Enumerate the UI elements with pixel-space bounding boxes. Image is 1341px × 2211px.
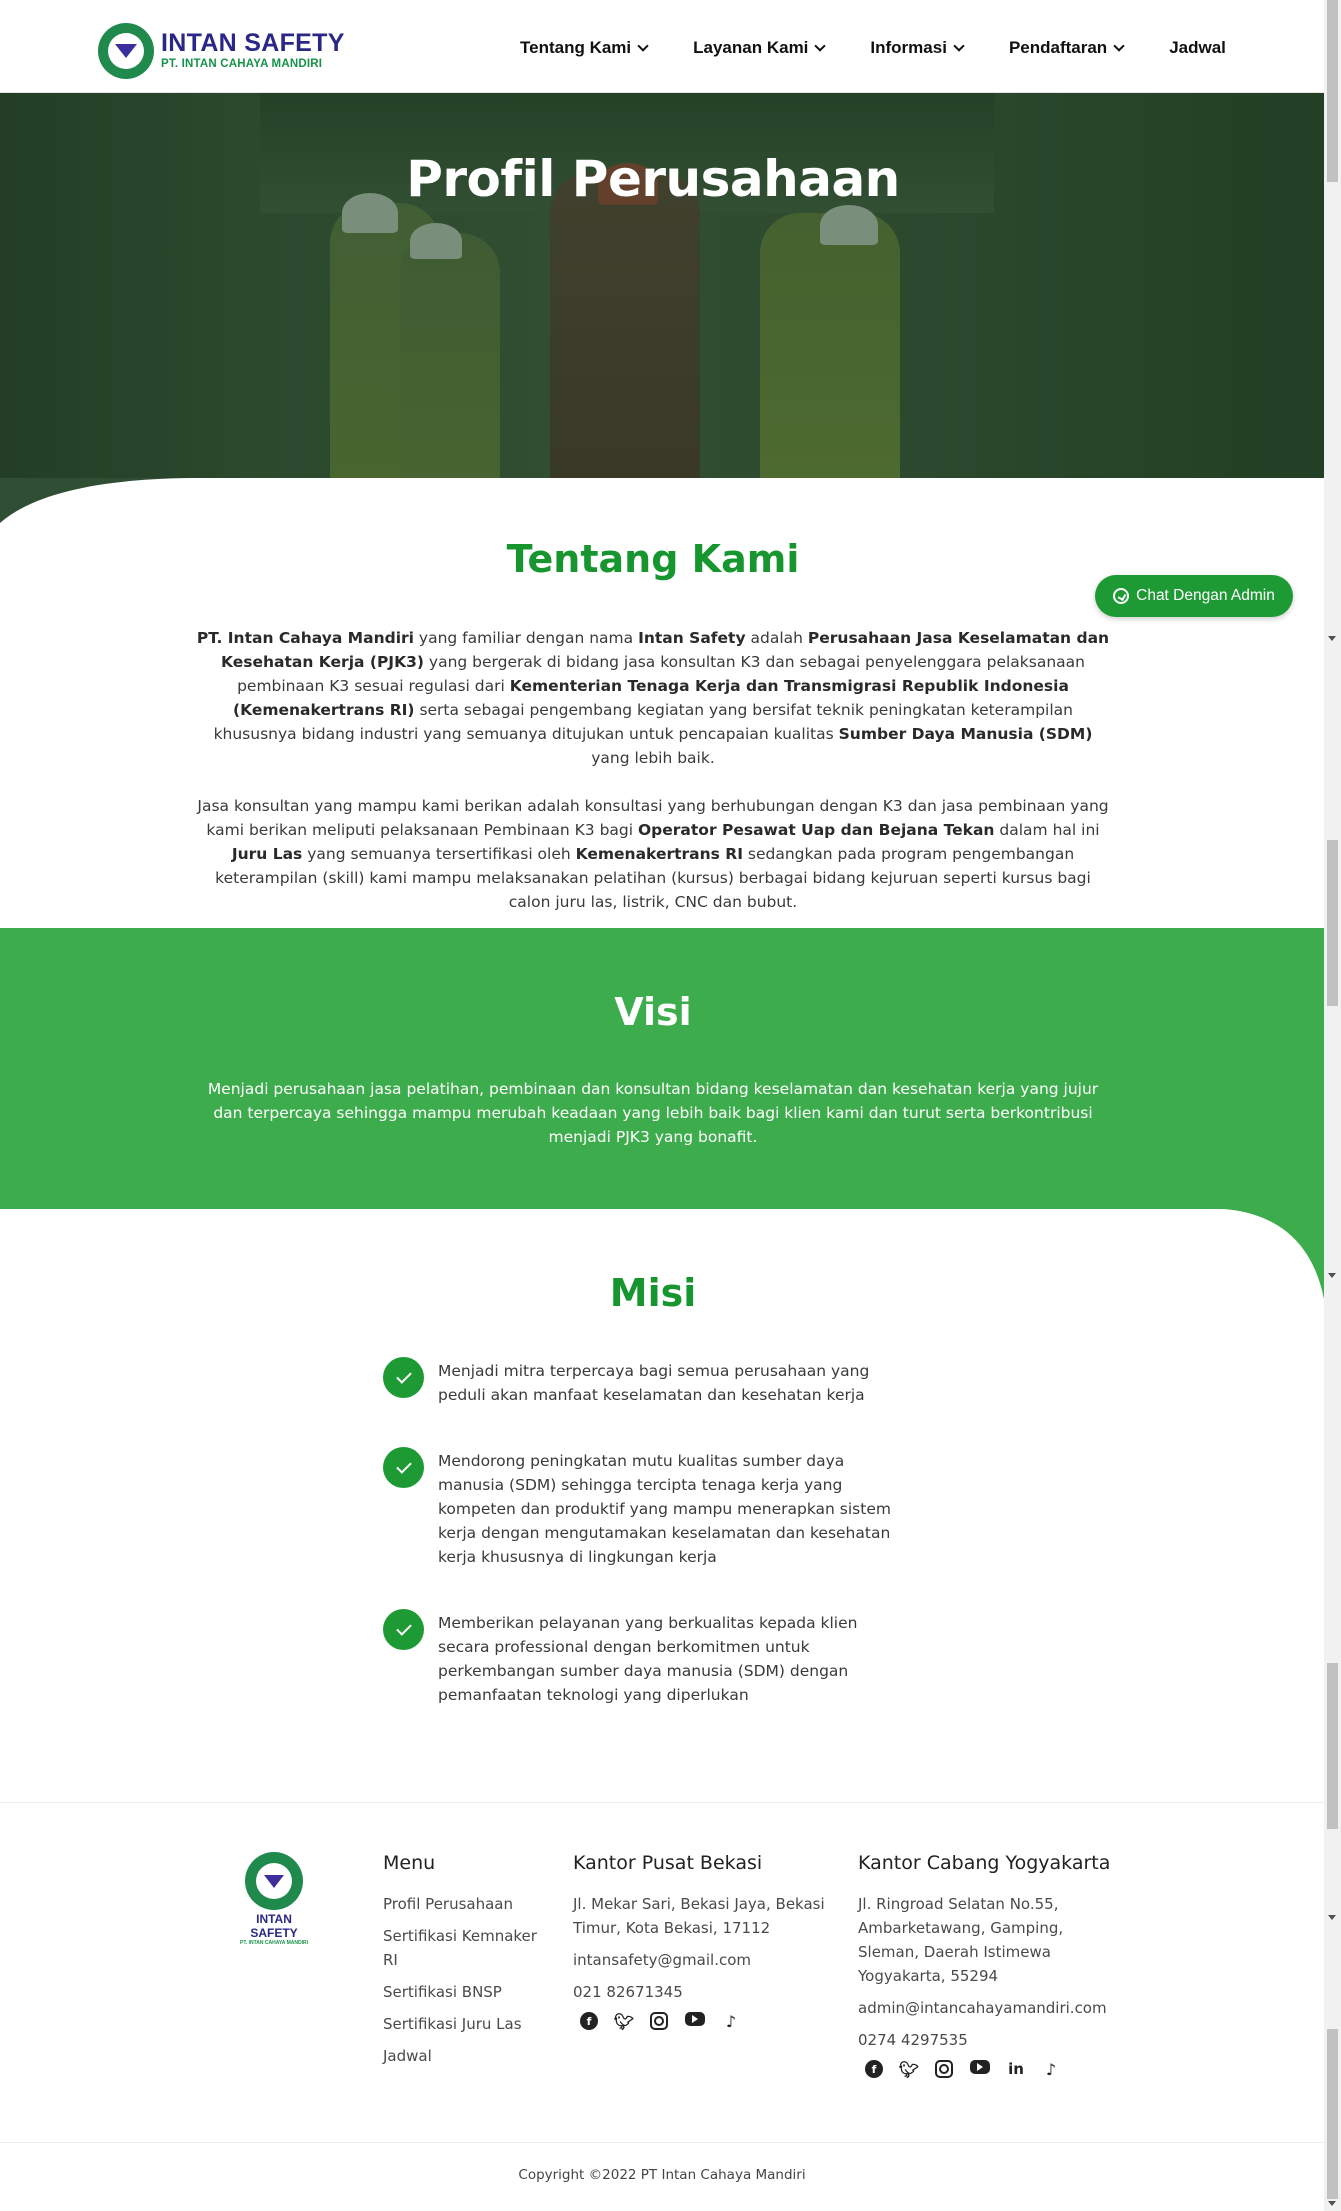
tiktok-icon[interactable]: ♪	[722, 2012, 740, 2031]
logo-emblem-icon	[245, 1852, 303, 1910]
instagram-icon[interactable]	[650, 2012, 668, 2030]
twitter-icon[interactable]: 🐦︎	[899, 2060, 919, 2079]
body-text: adalah	[745, 629, 808, 647]
footer-link-profil[interactable]: Profil Perusahaan	[383, 1892, 543, 1916]
facebook-icon[interactable]: f	[865, 2060, 883, 2078]
scrollbar-thumb[interactable]	[1327, 840, 1338, 1006]
logo-title: INTAN SAFETY	[161, 29, 345, 58]
yogya-address: Jl. Ringroad Selatan No.55, Ambarketawan…	[858, 1895, 1064, 1985]
check-circle-icon	[383, 1447, 424, 1488]
nav-label: Jadwal	[1169, 38, 1226, 57]
nav-item-layanan-kami[interactable]: Layanan Kami	[693, 38, 827, 58]
chevron-down-icon	[953, 39, 965, 52]
misi-item-text: Mendorong peningkatan mutu kualitas sumb…	[438, 1452, 891, 1566]
nav-item-tentang-kami[interactable]: Tentang Kami	[520, 38, 649, 58]
hero-curve-divider	[0, 478, 200, 523]
footer-yogya-title: Kantor Cabang Yogyakarta	[858, 1852, 1111, 1874]
misi-title: Misi	[609, 1271, 697, 1315]
site-header: INTAN SAFETY PT. INTAN CAHAYA MANDIRI Te…	[0, 0, 1324, 93]
chat-admin-label: Chat Dengan Admin	[1136, 587, 1275, 604]
bekasi-email[interactable]: intansafety@gmail.com	[573, 1948, 833, 1972]
visi-title: Visi	[614, 990, 692, 1034]
list-item: Mendorong peningkatan mutu kualitas sumb…	[383, 1447, 913, 1569]
scroll-down-arrow-icon[interactable]	[1328, 2201, 1336, 2206]
about-text: PT. Intan Cahaya Mandiri yang familiar d…	[194, 626, 1112, 938]
bekasi-address: Jl. Mekar Sari, Bekasi Jaya, Bekasi Timu…	[573, 1895, 825, 1937]
instagram-icon[interactable]	[935, 2060, 953, 2078]
footer-logo-title: INTAN SAFETY	[250, 1912, 298, 1940]
check-circle-icon	[383, 1357, 424, 1398]
chevron-down-icon	[637, 39, 649, 52]
visi-text: Menjadi perusahaan jasa pelatihan, pembi…	[207, 1080, 1099, 1146]
scrollbar-thumb[interactable]	[1327, 0, 1338, 182]
bekasi-socials: f 🐦︎ ♪	[580, 2012, 833, 2031]
footer-bekasi: Kantor Pusat Bekasi Jl. Mekar Sari, Beka…	[573, 1852, 833, 2031]
misi-item-text: Menjadi mitra terpercaya bagi semua peru…	[438, 1362, 870, 1404]
list-item: Menjadi mitra terpercaya bagi semua peru…	[383, 1357, 913, 1407]
footer-bekasi-title: Kantor Pusat Bekasi	[573, 1852, 763, 1874]
body-text: dalam hal ini	[994, 821, 1100, 839]
nav-label: Layanan Kami	[693, 38, 809, 57]
nav-item-jadwal[interactable]: Jadwal	[1169, 38, 1226, 58]
youtube-icon[interactable]	[685, 2012, 705, 2026]
scroll-down-arrow-icon[interactable]	[1328, 1273, 1336, 1278]
emphasis-text: Intan Safety	[638, 629, 746, 647]
yogya-socials: f 🐦︎ in ♪	[865, 2060, 1118, 2079]
about-paragraph-1: PT. Intan Cahaya Mandiri yang familiar d…	[194, 626, 1112, 770]
nav-item-pendaftaran[interactable]: Pendaftaran	[1008, 38, 1125, 58]
nav-item-informasi[interactable]: Informasi	[870, 38, 965, 58]
scrollbar-thumb[interactable]	[1327, 1663, 1338, 1829]
page-title: Profil Perusahaan	[406, 150, 900, 208]
bekasi-phone[interactable]: 021 82671345	[573, 1980, 833, 2004]
scroll-down-arrow-icon[interactable]	[1328, 636, 1336, 641]
scroll-down-arrow-icon[interactable]	[1328, 1915, 1336, 1920]
footer-menu: Menu Profil Perusahaan Sertifikasi Kemna…	[383, 1852, 543, 2076]
footer-link-kemnaker[interactable]: Sertifikasi Kemnaker RI	[383, 1924, 543, 1972]
nav-label: Pendaftaran	[1008, 38, 1108, 57]
logo-subtitle: PT. INTAN CAHAYA MANDIRI	[161, 58, 323, 71]
main-nav: Tentang Kami Layanan Kami Informasi Pend…	[520, 38, 1272, 58]
page-scrollbar[interactable]	[1324, 0, 1341, 2211]
emphasis-text: Kemenakertrans RI	[575, 845, 743, 863]
emphasis-text: Juru Las	[231, 845, 303, 863]
chat-admin-button[interactable]: Chat Dengan Admin	[1095, 575, 1293, 617]
chevron-down-icon	[814, 39, 827, 52]
footer-link-juru-las[interactable]: Sertifikasi Juru Las	[383, 2012, 543, 2036]
footer-link-jadwal[interactable]: Jadwal	[383, 2044, 543, 2068]
site-logo[interactable]: INTAN SAFETY PT. INTAN CAHAYA MANDIRI	[98, 23, 345, 79]
twitter-icon[interactable]: 🐦︎	[614, 2012, 634, 2031]
misi-list: Menjadi mitra terpercaya bagi semua peru…	[383, 1357, 913, 1707]
copyright: Copyright ©2022 PT Intan Cahaya Mandiri	[0, 2142, 1324, 2211]
body-text: yang familiar dengan nama	[413, 629, 639, 647]
scrollbar-thumb[interactable]	[1327, 2029, 1338, 2199]
linkedin-icon[interactable]: in	[1007, 2060, 1025, 2078]
about-paragraph-2: Jasa konsultan yang mampu kami berikan a…	[194, 794, 1112, 914]
body-text: yang semuanya tersertifikasi oleh	[302, 845, 576, 863]
footer-menu-title: Menu	[383, 1852, 436, 1874]
footer-logo[interactable]: INTAN SAFETY PT. INTAN CAHAYA MANDIRI	[232, 1852, 316, 1946]
body-text: yang lebih baik.	[591, 749, 715, 767]
check-circle-icon	[383, 1609, 424, 1650]
facebook-icon[interactable]: f	[580, 2012, 598, 2030]
list-item: Memberikan pelayanan yang berkualitas ke…	[383, 1609, 913, 1707]
yogya-phone[interactable]: 0274 4297535	[858, 2028, 1118, 2052]
emphasis-text: Operator Pesawat Uap dan Bejana Tekan	[638, 821, 995, 839]
nav-label: Tentang Kami	[520, 38, 632, 57]
tiktok-icon[interactable]: ♪	[1042, 2060, 1060, 2079]
emphasis-text: Sumber Daya Manusia (SDM)	[838, 725, 1093, 743]
chevron-down-icon	[1113, 39, 1125, 52]
logo-emblem-icon	[98, 23, 154, 79]
misi-item-text: Memberikan pelayanan yang berkualitas ke…	[438, 1614, 858, 1704]
yogya-email[interactable]: admin@intancahayamandiri.com	[858, 1996, 1118, 2020]
emphasis-text: PT. Intan Cahaya Mandiri	[196, 629, 414, 647]
footer-yogyakarta: Kantor Cabang Yogyakarta Jl. Ringroad Se…	[858, 1852, 1118, 2079]
about-title: Tentang Kami	[506, 537, 800, 581]
visi-section	[0, 928, 1324, 1209]
footer-link-bnsp[interactable]: Sertifikasi BNSP	[383, 1980, 543, 2004]
whatsapp-icon	[1113, 588, 1130, 604]
youtube-icon[interactable]	[970, 2060, 990, 2074]
nav-label: Informasi	[870, 38, 947, 57]
footer-logo-subtitle: PT. INTAN CAHAYA MANDIRI	[240, 1940, 308, 1946]
